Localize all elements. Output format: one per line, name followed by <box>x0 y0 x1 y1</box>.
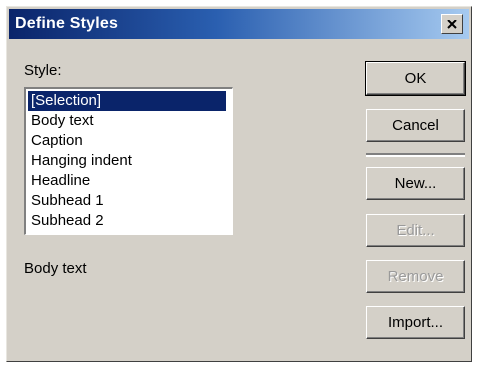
style-list-item-hanging-indent[interactable]: Hanging indent <box>28 151 226 171</box>
style-label: Style: <box>24 62 62 79</box>
style-list-item-selection[interactable]: [Selection] <box>28 91 226 111</box>
style-list-item-subhead-1[interactable]: Subhead 1 <box>28 191 226 211</box>
style-list-item-caption[interactable]: Caption <box>28 131 226 151</box>
style-list-item-body-text[interactable]: Body text <box>28 111 226 131</box>
edit-button[interactable]: Edit... <box>366 214 465 247</box>
style-list-item-headline[interactable]: Headline <box>28 171 226 191</box>
style-listbox[interactable]: [Selection] Body text Caption Hanging in… <box>24 87 233 235</box>
title-bar: Define Styles <box>9 9 469 39</box>
ok-button[interactable]: OK <box>365 61 466 96</box>
define-styles-dialog: Define Styles Style: [Selection] Body te… <box>6 6 472 362</box>
new-button[interactable]: New... <box>366 167 465 200</box>
window-title: Define Styles <box>15 15 119 32</box>
cancel-button[interactable]: Cancel <box>366 109 465 142</box>
style-description: Body text <box>24 260 87 277</box>
style-list-item-subhead-2[interactable]: Subhead 2 <box>28 211 226 231</box>
remove-button[interactable]: Remove <box>366 260 465 293</box>
button-separator <box>366 153 465 157</box>
import-button[interactable]: Import... <box>366 306 465 339</box>
close-icon <box>447 19 457 29</box>
close-button[interactable] <box>441 14 463 34</box>
